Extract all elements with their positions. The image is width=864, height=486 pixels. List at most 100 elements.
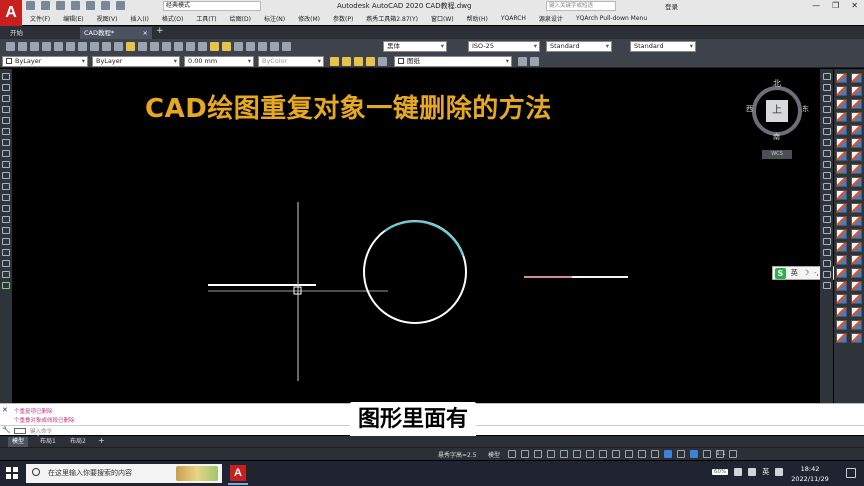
plugin-tool-36-icon[interactable] bbox=[851, 294, 862, 304]
plugin-tool-25-icon[interactable] bbox=[836, 229, 847, 239]
move-icon[interactable] bbox=[822, 128, 831, 135]
break-icon[interactable] bbox=[822, 205, 831, 212]
command-options-icon[interactable] bbox=[14, 428, 26, 434]
taskbar-search-input[interactable]: 在这里输入你要搜索的内容 bbox=[26, 464, 222, 483]
plugin-tool-21-icon[interactable] bbox=[836, 203, 847, 213]
point-icon[interactable] bbox=[2, 216, 10, 223]
volume-icon[interactable] bbox=[748, 468, 757, 476]
save-icon[interactable] bbox=[56, 1, 65, 10]
menu-yanxiu[interactable]: 燕秀工具箱2.87(Y) bbox=[366, 14, 418, 23]
rotate-icon[interactable] bbox=[822, 139, 831, 146]
extend-icon[interactable] bbox=[822, 183, 831, 190]
compass-east[interactable]: 东 bbox=[802, 104, 809, 114]
text-style-dropdown[interactable]: 黑体 bbox=[383, 41, 447, 52]
scale-icon[interactable] bbox=[822, 150, 831, 157]
plugin-tool-35-icon[interactable] bbox=[836, 294, 847, 304]
blend-icon[interactable] bbox=[822, 249, 831, 256]
preview-icon[interactable] bbox=[54, 42, 63, 51]
plugin-tool-28-icon[interactable] bbox=[851, 242, 862, 252]
plugin-tool-4-icon[interactable] bbox=[851, 86, 862, 96]
spline-icon[interactable] bbox=[2, 161, 10, 168]
block-editor-icon[interactable] bbox=[126, 42, 135, 51]
plugin-tool-29-icon[interactable] bbox=[836, 255, 847, 265]
plugin-tool-40-icon[interactable] bbox=[851, 320, 862, 330]
menu-modify[interactable]: 修改(M) bbox=[298, 14, 320, 23]
model-space-toggle[interactable]: 模型 bbox=[488, 450, 500, 459]
plugin-tool-3-icon[interactable] bbox=[836, 86, 847, 96]
revision-cloud-icon[interactable] bbox=[2, 150, 10, 157]
compass-south[interactable]: 南 bbox=[773, 132, 780, 142]
menu-tools[interactable]: 工具(T) bbox=[196, 14, 216, 23]
region-icon[interactable] bbox=[2, 249, 10, 256]
design-center-icon[interactable] bbox=[222, 42, 231, 51]
copy-icon[interactable] bbox=[90, 42, 99, 51]
insert-block-icon[interactable] bbox=[2, 194, 10, 201]
tab-layout2[interactable]: 布局2 bbox=[66, 437, 90, 447]
new-tab-button[interactable]: + bbox=[156, 26, 164, 36]
table-style-dropdown[interactable]: Standard bbox=[546, 41, 612, 52]
open-icon[interactable] bbox=[41, 1, 50, 10]
menu-yuanquan[interactable]: 源泉设计 bbox=[539, 14, 563, 23]
open-icon[interactable] bbox=[18, 42, 27, 51]
wcs-menu[interactable]: WCS bbox=[762, 150, 792, 159]
annotation-text-height[interactable]: 悬秀字高=2.5 bbox=[438, 450, 477, 459]
make-current-icon[interactable] bbox=[518, 57, 527, 66]
undo-icon[interactable] bbox=[138, 42, 147, 51]
offset-icon[interactable] bbox=[822, 106, 831, 113]
menu-view[interactable]: 视图(V) bbox=[97, 14, 118, 23]
save-icon[interactable] bbox=[30, 42, 39, 51]
plugin-tool-13-icon[interactable] bbox=[836, 151, 847, 161]
lineweight-dropdown[interactable]: 0.00 mm bbox=[184, 56, 254, 67]
add-selected-icon[interactable] bbox=[2, 282, 10, 289]
grid-icon[interactable] bbox=[508, 450, 516, 458]
print-icon[interactable] bbox=[86, 1, 95, 10]
taskbar-ime-label[interactable]: 英 bbox=[762, 467, 769, 477]
menu-parametric[interactable]: 参数(P) bbox=[333, 14, 353, 23]
print-icon[interactable] bbox=[42, 42, 51, 51]
plugin-tool-16-icon[interactable] bbox=[851, 164, 862, 174]
close-icon[interactable]: ✕ bbox=[851, 1, 858, 10]
ortho-icon[interactable] bbox=[560, 450, 568, 458]
zoom-window-icon[interactable] bbox=[186, 42, 195, 51]
notification-icon[interactable] bbox=[846, 468, 856, 478]
mirror-icon[interactable] bbox=[822, 95, 831, 102]
polar-icon[interactable] bbox=[573, 450, 581, 458]
infer-icon[interactable] bbox=[534, 450, 542, 458]
layer-previous-icon[interactable] bbox=[378, 57, 387, 66]
3d-osnap-icon[interactable] bbox=[664, 450, 672, 458]
join-icon[interactable] bbox=[822, 216, 831, 223]
plugin-tool-33-icon[interactable] bbox=[836, 281, 847, 291]
plugin-tool-24-icon[interactable] bbox=[851, 216, 862, 226]
trim-icon[interactable] bbox=[822, 172, 831, 179]
markup-icon[interactable] bbox=[258, 42, 267, 51]
compass-west[interactable]: 西 bbox=[746, 104, 753, 114]
object-snap-icon[interactable] bbox=[612, 450, 620, 458]
layer-on-icon[interactable] bbox=[342, 57, 351, 66]
gizmo-icon[interactable] bbox=[703, 450, 711, 458]
tab-layout1[interactable]: 布局1 bbox=[36, 437, 60, 447]
menu-yqarch-pulldown[interactable]: YQArch Pull-down Menu bbox=[576, 15, 647, 22]
menu-file[interactable]: 文件(F) bbox=[30, 14, 50, 23]
menu-window[interactable]: 窗口(W) bbox=[431, 14, 454, 23]
plugin-tool-15-icon[interactable] bbox=[836, 164, 847, 174]
tab-model[interactable]: 模型 bbox=[8, 437, 29, 447]
command-input[interactable]: 键入命令 bbox=[30, 427, 52, 435]
table-icon[interactable] bbox=[2, 260, 10, 267]
pan-icon[interactable] bbox=[162, 42, 171, 51]
restore-icon[interactable]: ❐ bbox=[832, 1, 839, 10]
redo-icon[interactable] bbox=[150, 42, 159, 51]
annotation-scale[interactable]: 1:1 bbox=[716, 450, 726, 457]
plugin-tool-41-icon[interactable] bbox=[836, 333, 847, 343]
tab-start[interactable]: 开始 bbox=[6, 27, 70, 39]
plugin-tool-39-icon[interactable] bbox=[836, 320, 847, 330]
plugin-tool-22-icon[interactable] bbox=[851, 203, 862, 213]
dynamic-ucs-icon[interactable] bbox=[677, 450, 685, 458]
menu-help[interactable]: 帮助(H) bbox=[467, 14, 488, 23]
menu-edit[interactable]: 编辑(E) bbox=[63, 14, 83, 23]
plugin-tool-2-icon[interactable] bbox=[851, 73, 862, 83]
viewcube[interactable]: 上 北 南 西 东 WCS bbox=[746, 78, 809, 164]
plugin-tool-37-icon[interactable] bbox=[836, 307, 847, 317]
plugin-tool-9-icon[interactable] bbox=[836, 125, 847, 135]
publish-icon[interactable] bbox=[66, 42, 75, 51]
dynamic-input-icon[interactable] bbox=[547, 450, 555, 458]
